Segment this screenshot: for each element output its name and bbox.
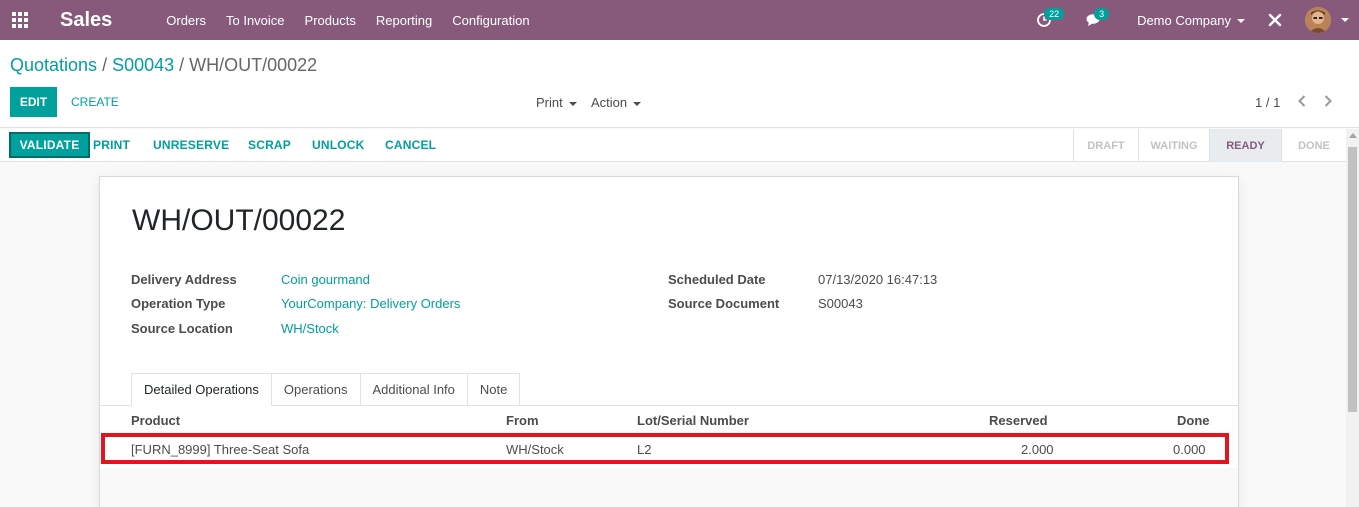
- company-switcher[interactable]: Demo Company: [1137, 13, 1245, 28]
- menu-item-products[interactable]: Products: [295, 13, 366, 28]
- control-panel: Quotations / S00043/WH/OUT/00022 EDIT CREA…: [0, 40, 1359, 128]
- column-header-reserved[interactable]: Reserved: [989, 413, 1048, 428]
- notebook-tabs: Detailed Operations Operations Additiona…: [131, 373, 521, 406]
- source-location-label: Source Location: [131, 321, 233, 336]
- operation-type-label: Operation Type: [131, 296, 226, 311]
- scroll-up-icon[interactable]: [1349, 133, 1357, 138]
- tab-note[interactable]: Note: [467, 373, 521, 406]
- top-navbar: Sales Orders To Invoice Products Reporti…: [0, 0, 1359, 40]
- company-name: Demo Company: [1137, 12, 1231, 28]
- status-bar: VALIDATE PRINT UNRESERVE SCRAP UNLOCK CA…: [0, 129, 1346, 162]
- activity-button[interactable]: 22: [1027, 0, 1065, 40]
- avatar[interactable]: [1305, 7, 1331, 33]
- page-scrollbar[interactable]: [1346, 129, 1359, 507]
- stage-done[interactable]: DONE: [1281, 129, 1346, 162]
- action-label: Action: [591, 95, 628, 110]
- breadcrumb-current: WH/OUT/00022: [189, 55, 318, 75]
- operation-type-link[interactable]: YourCompany: Delivery Orders: [281, 296, 460, 311]
- activity-badge: 22: [1044, 8, 1065, 20]
- print-button[interactable]: PRINT: [93, 132, 130, 158]
- scheduled-date-value: 07/13/2020 16:47:13: [818, 272, 938, 287]
- menu-item-orders[interactable]: Orders: [156, 13, 216, 28]
- row-done: 0.000: [1173, 442, 1206, 457]
- record-title: WH/OUT/00022: [132, 204, 346, 237]
- edit-button[interactable]: EDIT: [10, 87, 57, 117]
- pager-value[interactable]: 1 / 1: [1255, 95, 1280, 110]
- source-document-value: S00043: [818, 296, 863, 311]
- validate-button[interactable]: VALIDATE: [9, 132, 90, 158]
- pager-previous-icon[interactable]: [1295, 93, 1309, 109]
- print-dropdown[interactable]: Print: [536, 95, 577, 110]
- menu-item-configuration[interactable]: Configuration: [442, 13, 539, 28]
- print-label: Print: [536, 95, 563, 110]
- scroll-thumb[interactable]: [1348, 147, 1357, 412]
- breadcrumb: Quotations / S00043/WH/OUT/00022: [10, 55, 318, 75]
- delivery-address-label: Delivery Address: [131, 272, 237, 287]
- tab-operations[interactable]: Operations: [271, 373, 361, 406]
- source-document-label: Source Document: [668, 296, 780, 311]
- menu-item-to-invoice[interactable]: To Invoice: [216, 13, 295, 28]
- user-menu-chevron-icon[interactable]: [1341, 18, 1349, 22]
- messages-badge: 3: [1094, 8, 1110, 20]
- cancel-button[interactable]: CANCEL: [385, 132, 436, 158]
- scrap-button[interactable]: SCRAP: [248, 132, 291, 158]
- stage-waiting[interactable]: WAITING: [1138, 129, 1209, 162]
- action-dropdown[interactable]: Action: [591, 95, 642, 110]
- delivery-address-link[interactable]: Coin gourmand: [281, 272, 370, 287]
- unreserve-button[interactable]: UNRESERVE: [153, 132, 229, 158]
- row-lot: L2: [637, 442, 652, 457]
- breadcrumb-quotations[interactable]: Quotations: [10, 55, 97, 75]
- apps-menu-icon[interactable]: [0, 0, 40, 40]
- tab-additional-info[interactable]: Additional Info: [360, 373, 468, 406]
- unlock-button[interactable]: UNLOCK: [312, 132, 365, 158]
- create-button[interactable]: CREATE: [62, 87, 128, 117]
- debug-tools-icon[interactable]: [1255, 13, 1295, 27]
- form-sheet: WH/OUT/00022 Delivery Address Coin gourm…: [99, 176, 1239, 507]
- breadcrumb-order[interactable]: S00043: [112, 55, 174, 75]
- menu-item-reporting[interactable]: Reporting: [366, 13, 442, 28]
- tab-detailed-operations[interactable]: Detailed Operations: [131, 373, 272, 406]
- column-header-done[interactable]: Done: [1177, 413, 1210, 428]
- stage-draft[interactable]: DRAFT: [1073, 129, 1138, 162]
- list-footer: [100, 468, 1238, 507]
- column-header-from[interactable]: From: [506, 413, 539, 428]
- row-product: [FURN_8999] Three-Seat Sofa: [131, 442, 310, 457]
- scheduled-date-label: Scheduled Date: [668, 272, 766, 287]
- main-menu: Orders To Invoice Products Reporting Con…: [156, 13, 539, 28]
- chevron-down-icon: [568, 101, 577, 106]
- chevron-down-icon: [633, 101, 642, 106]
- column-header-lot[interactable]: Lot/Serial Number: [637, 413, 749, 428]
- source-location-link[interactable]: WH/Stock: [281, 321, 339, 336]
- stage-pipeline: DRAFT WAITING READY DONE: [1073, 129, 1346, 162]
- stage-ready[interactable]: READY: [1209, 129, 1281, 162]
- row-from: WH/Stock: [506, 442, 564, 457]
- app-name: Sales: [60, 8, 113, 31]
- messages-button[interactable]: 3: [1077, 0, 1111, 40]
- column-header-product[interactable]: Product: [131, 413, 180, 428]
- chevron-down-icon: [1237, 19, 1245, 24]
- row-reserved: 2.000: [1021, 442, 1054, 457]
- pager-next-icon[interactable]: [1321, 93, 1335, 109]
